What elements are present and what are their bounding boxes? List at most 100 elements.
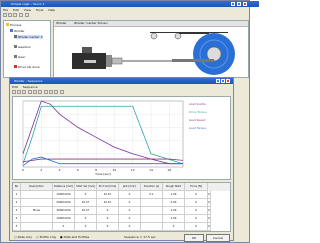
table-cell[interactable]: [141, 215, 163, 223]
cancel-button[interactable]: Cancel: [206, 234, 230, 242]
x-tick-label: 10: [113, 168, 117, 172]
table-cell[interactable]: 0: [185, 215, 208, 223]
table-cell[interactable]: [21, 191, 53, 199]
tree-item-winder-center[interactable]: Winder Center 3: [14, 35, 43, 39]
open-icon[interactable]: [8, 13, 12, 17]
zoom-out-icon[interactable]: [38, 90, 42, 94]
table-header-cell: Description: [21, 183, 53, 191]
table-cell[interactable]: Move: [21, 207, 53, 215]
table-row[interactable]: 2 50000.000 10.47 10.47 0 5.00 0 0: [13, 199, 230, 207]
diagram-tab[interactable]: Winder: [56, 21, 67, 25]
tree-item-process[interactable]: Process: [6, 23, 21, 27]
table-cell[interactable]: 30000.000: [53, 207, 75, 215]
sequence-toolbar: [12, 90, 132, 95]
table-cell[interactable]: 0: [119, 199, 141, 207]
table-cell[interactable]: 10.47: [75, 207, 97, 215]
table-cell[interactable]: 0: [75, 215, 97, 223]
chart-icon[interactable]: [44, 90, 48, 94]
sequence-maximize-button[interactable]: [221, 79, 225, 83]
minimize-button[interactable]: [231, 2, 235, 6]
table-cell[interactable]: 0: [208, 199, 211, 207]
print-icon[interactable]: [19, 13, 23, 17]
table-cell[interactable]: 0: [119, 191, 141, 199]
table-cell[interactable]: 10.47: [75, 199, 97, 207]
table-cell[interactable]: 3: [13, 207, 21, 215]
table-cell[interactable]: [21, 215, 53, 223]
table-cell[interactable]: 0: [119, 223, 141, 231]
table-cell[interactable]: [141, 199, 163, 207]
table-cell[interactable]: 2.00: [163, 207, 185, 215]
tree-item-gear[interactable]: Gear: [14, 55, 25, 59]
table-cell[interactable]: 0: [208, 207, 211, 215]
table-cell[interactable]: 0: [53, 223, 75, 231]
sequence-close-button[interactable]: [226, 79, 230, 83]
table-row[interactable]: 3 Move 30000.000 10.47 0 0 2.00 0 0: [13, 207, 230, 215]
help-icon[interactable]: [25, 13, 29, 17]
sequence-menu-edit[interactable]: Edit: [12, 85, 18, 89]
table-cell[interactable]: 0: [97, 223, 119, 231]
save-icon[interactable]: [13, 13, 17, 17]
tree-item-gearbox[interactable]: Gearbox: [14, 45, 31, 49]
table-cell[interactable]: 0.1: [141, 191, 163, 199]
menu-tools[interactable]: Tools: [36, 8, 43, 12]
table-cell[interactable]: 0: [185, 191, 208, 199]
table-row[interactable]: 4 10000.000 0 0 0 3.00 0 0: [13, 215, 230, 223]
tree-item-drive[interactable]: Drive CR drive: [14, 65, 40, 69]
menu-edit[interactable]: Edit: [13, 8, 19, 12]
table-cell[interactable]: 0: [208, 215, 211, 223]
table-cell[interactable]: 5: [13, 223, 21, 231]
copy-icon[interactable]: [17, 90, 21, 94]
table-cell[interactable]: 0: [97, 215, 119, 223]
menu-help[interactable]: Help: [48, 8, 55, 12]
settings-icon[interactable]: [54, 90, 58, 94]
table-cell[interactable]: 4: [13, 215, 21, 223]
table-header-cell: Jerk [m/s³]: [119, 183, 141, 191]
table-cell[interactable]: 0: [163, 223, 185, 231]
export-icon[interactable]: [60, 90, 64, 94]
option-data-only[interactable]: ○ Data only: [14, 235, 32, 239]
option-data-and-profiles[interactable]: ● Data and Profiles: [60, 235, 89, 239]
table-row[interactable]: 50000000: [13, 223, 230, 231]
zoom-in-icon[interactable]: [33, 90, 37, 94]
table-cell[interactable]: 5.00: [163, 199, 185, 207]
table-cell[interactable]: 10000.000: [53, 191, 75, 199]
table-cell[interactable]: 0: [208, 191, 211, 199]
table-cell[interactable]: [141, 223, 163, 231]
table-cell[interactable]: [21, 223, 53, 231]
new-icon[interactable]: [3, 13, 7, 17]
table-cell[interactable]: 0: [97, 207, 119, 215]
table-cell[interactable]: 0: [75, 191, 97, 199]
table-cell[interactable]: 10.47: [97, 191, 119, 199]
table-cell[interactable]: 3.00: [163, 215, 185, 223]
table-cell[interactable]: 50000.000: [53, 199, 75, 207]
menu-file[interactable]: File: [3, 8, 8, 12]
maximize-button[interactable]: [237, 2, 241, 6]
table-cell[interactable]: 0: [119, 207, 141, 215]
table-cell[interactable]: 2: [13, 199, 21, 207]
sequence-menu-sequence[interactable]: Sequence: [23, 85, 38, 89]
menu-view[interactable]: View: [24, 8, 31, 12]
cut-icon[interactable]: [12, 90, 16, 94]
table-cell[interactable]: 0: [75, 223, 97, 231]
tree-item-winder[interactable]: Winder: [10, 29, 25, 33]
table-cell[interactable]: [21, 199, 53, 207]
table-cell[interactable]: 0: [185, 207, 208, 215]
table-cell[interactable]: 10.47: [97, 199, 119, 207]
table-cell[interactable]: 1.00: [163, 191, 185, 199]
table-cell[interactable]: 0: [185, 199, 208, 207]
table-cell[interactable]: 0: [119, 215, 141, 223]
zoom-icon[interactable]: [28, 90, 32, 94]
project-tree: Process Winder Winder Center 3 Gearbox G…: [3, 20, 51, 78]
ok-button[interactable]: OK: [184, 234, 204, 242]
sequence-minimize-button[interactable]: [216, 79, 220, 83]
close-button[interactable]: [243, 2, 247, 6]
table-row[interactable]: 1 10000.000 0 10.47 0 0.1 1.00 0 0: [13, 191, 230, 199]
option-profile-only[interactable]: ○ Profile only: [36, 235, 56, 239]
paste-icon[interactable]: [22, 90, 26, 94]
table-cell[interactable]: 0: [185, 223, 208, 231]
table-cell[interactable]: 1: [13, 191, 21, 199]
table-cell[interactable]: [141, 207, 163, 215]
table-cell[interactable]: 0: [208, 223, 211, 231]
table-icon[interactable]: [49, 90, 53, 94]
table-cell[interactable]: 10000.000: [53, 215, 75, 223]
